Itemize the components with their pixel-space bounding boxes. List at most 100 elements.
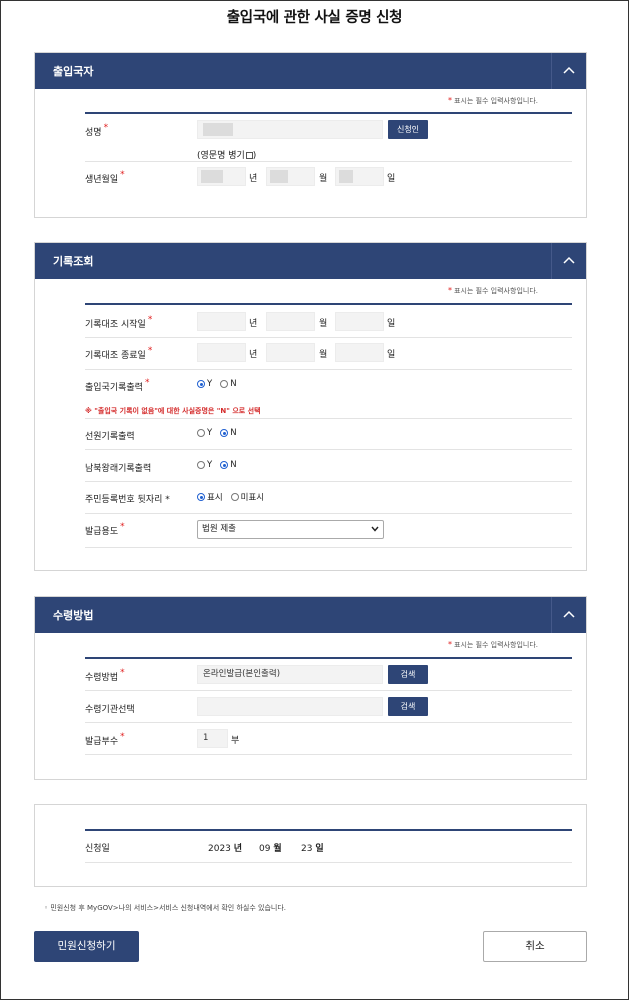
masked-value xyxy=(201,170,223,183)
receipt-method-search-button[interactable]: 검색 xyxy=(388,665,428,684)
receipt-method-field[interactable]: 온라인발급(본인출력) xyxy=(197,665,383,684)
divider xyxy=(85,161,572,162)
start-year-field[interactable] xyxy=(197,312,246,331)
divider xyxy=(85,337,572,338)
receipt-section-header: 수령방법 xyxy=(35,597,586,633)
copies-field[interactable]: 1 xyxy=(197,729,228,748)
start-month-field[interactable] xyxy=(266,312,315,331)
application-year: 2023 년 xyxy=(208,844,243,854)
inter-korean-record-label: 남북왕래기록출력 xyxy=(85,464,152,474)
masked-value xyxy=(270,170,288,183)
divider xyxy=(85,418,572,419)
copies-label: 발급부수 * xyxy=(85,732,125,747)
divider xyxy=(85,690,572,691)
crew-record-options: Y N xyxy=(197,428,237,438)
page-title: 출입국에 관한 사실 증명 신청 xyxy=(226,10,403,26)
divider xyxy=(85,513,572,514)
radio-n[interactable] xyxy=(220,429,229,437)
divider xyxy=(85,722,572,723)
radio-y[interactable] xyxy=(197,429,205,437)
day-unit: 일 xyxy=(387,319,396,329)
year-unit: 년 xyxy=(249,319,258,329)
required-note: * 표시는 필수 입력사항입니다. xyxy=(448,96,538,105)
radio-hide[interactable] xyxy=(230,493,239,501)
receipt-agency-field[interactable] xyxy=(197,697,383,716)
application-day: 23 일 xyxy=(301,844,324,854)
required-star-icon: * xyxy=(147,346,153,356)
divider xyxy=(85,657,572,659)
divider xyxy=(85,829,572,831)
applicant-button[interactable]: 신청인 xyxy=(388,120,428,139)
radio-n[interactable] xyxy=(220,380,229,388)
chevron-down-icon xyxy=(371,526,379,532)
cancel-button[interactable]: 취소 xyxy=(483,931,587,962)
birth-month-field[interactable] xyxy=(266,167,315,186)
radio-n[interactable] xyxy=(220,461,229,469)
divider xyxy=(85,303,572,305)
end-month-field[interactable] xyxy=(266,343,315,362)
collapse-toggle[interactable] xyxy=(551,243,586,279)
purpose-label: 발급용도 * xyxy=(85,522,125,537)
divider xyxy=(85,754,572,755)
month-unit: 월 xyxy=(319,350,328,360)
divider xyxy=(85,862,572,863)
end-date-label: 기록대조 종료일 * xyxy=(85,346,153,361)
required-star-icon: * xyxy=(147,315,153,325)
receipt-agency-search-button[interactable]: 검색 xyxy=(388,697,428,716)
receipt-method-label: 수령방법 * xyxy=(85,668,125,683)
divider xyxy=(85,449,572,450)
inter-korean-record-options: Y N xyxy=(197,460,237,470)
submit-application-button[interactable]: 민원신청하기 xyxy=(34,931,139,962)
radio-show[interactable] xyxy=(197,493,205,501)
required-note: * 표시는 필수 입력사항입니다. xyxy=(448,286,538,295)
chevron-up-icon xyxy=(563,256,575,264)
application-month: 09 월 xyxy=(259,844,282,854)
birth-year-field[interactable] xyxy=(197,167,246,186)
english-name-checkbox[interactable] xyxy=(245,152,253,159)
immigration-record-options: Y N xyxy=(197,379,237,389)
name-field[interactable] xyxy=(197,120,383,139)
required-star-icon: * xyxy=(103,123,109,133)
required-star-icon: * xyxy=(120,668,125,678)
name-label: 성명 * xyxy=(85,123,109,138)
divider xyxy=(85,369,572,370)
required-star-icon: * xyxy=(448,96,453,105)
required-star-icon: * xyxy=(120,170,125,180)
masked-value xyxy=(203,123,233,136)
applicant-section-header: 출입국자 xyxy=(35,53,586,89)
end-day-field[interactable] xyxy=(335,343,384,362)
purpose-select[interactable]: 법원 제출 xyxy=(197,520,384,539)
birth-day-field[interactable] xyxy=(335,167,384,186)
application-date-section: 신청일 2023 년 09 월 23 일 xyxy=(34,804,587,887)
required-star-icon: * xyxy=(448,640,453,649)
chevron-up-icon xyxy=(563,66,575,74)
day-unit: 일 xyxy=(387,350,396,360)
masked-value xyxy=(339,170,353,183)
start-day-field[interactable] xyxy=(335,312,384,331)
required-star-icon: * xyxy=(144,378,150,388)
month-unit: 월 xyxy=(319,319,328,329)
radio-y[interactable] xyxy=(197,461,205,469)
collapse-toggle[interactable] xyxy=(551,53,586,89)
month-unit: 월 xyxy=(319,174,328,184)
collapse-toggle[interactable] xyxy=(551,597,586,633)
end-year-field[interactable] xyxy=(197,343,246,362)
immigration-record-label: 출입국기록출력 * xyxy=(85,378,150,393)
divider xyxy=(85,547,572,548)
warning-text: ※ "출입국 기록이 없음"에 대한 사실증명은 "N" 으로 선택 xyxy=(85,407,261,415)
rrn-suffix-options: 표시 미표시 xyxy=(197,491,264,503)
notice-text: ◦ 민원신청 후 MyGOV>나의 서비스>서비스 신청내역에서 확인 하실수 … xyxy=(44,904,286,912)
receipt-section-title: 수령방법 xyxy=(53,609,94,622)
receipt-section: 수령방법 * 표시는 필수 입력사항입니다. 수령방법 * 온라인발급(본인출력) … xyxy=(34,596,587,780)
chevron-up-icon xyxy=(563,610,575,618)
application-date-label: 신청일 xyxy=(85,844,110,854)
year-unit: 년 xyxy=(249,350,258,360)
records-section-title: 기록조회 xyxy=(53,255,94,268)
radio-y[interactable] xyxy=(197,380,205,388)
crew-record-label: 선원기록출력 xyxy=(85,432,135,442)
required-star-icon: * xyxy=(120,732,125,742)
year-unit: 년 xyxy=(249,174,258,184)
required-star-icon: * xyxy=(448,286,453,295)
rrn-suffix-label: 주민등록번호 뒷자리 * xyxy=(85,495,170,505)
english-name-option: (영문명 병기) xyxy=(197,151,257,161)
